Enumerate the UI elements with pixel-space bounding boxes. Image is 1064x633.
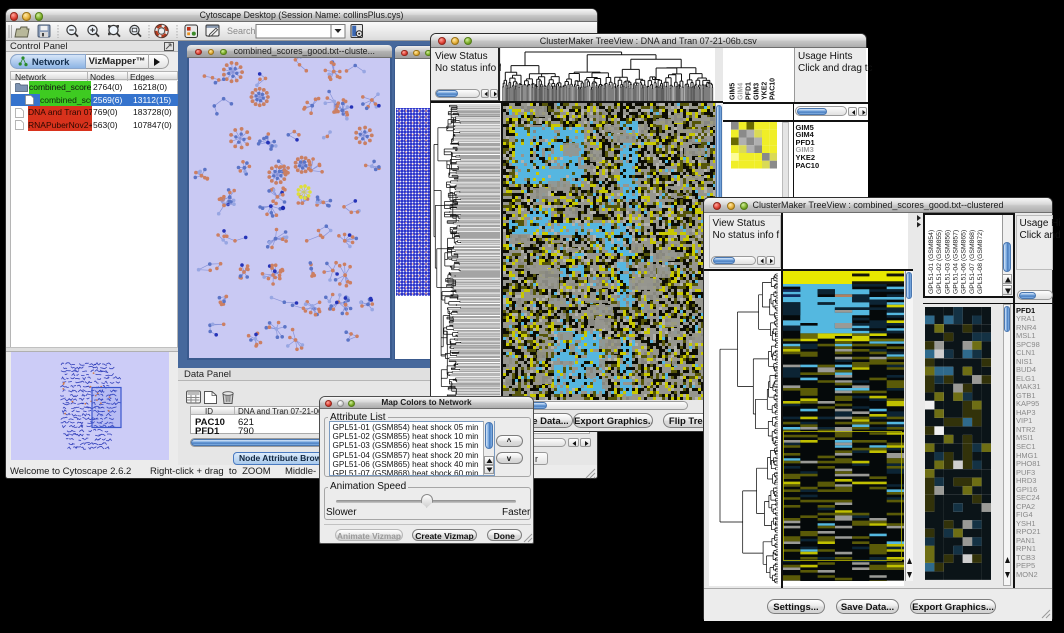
svg-text:GIM5: GIM5 bbox=[730, 83, 737, 100]
svg-text:GPL51-04 (GSM857): GPL51-04 (GSM857) bbox=[952, 230, 959, 294]
svg-text:PFD1: PFD1 bbox=[746, 82, 753, 100]
svg-text:GPL51-02 (GSM855): GPL51-02 (GSM855) bbox=[936, 230, 943, 294]
svg-text:GIM3: GIM3 bbox=[754, 83, 761, 100]
svg-text:YKE2: YKE2 bbox=[762, 82, 769, 100]
svg-text:GIM4: GIM4 bbox=[738, 83, 745, 100]
svg-text:PAC10: PAC10 bbox=[770, 78, 777, 100]
svg-text:GPL51-03 (GSM856): GPL51-03 (GSM856) bbox=[944, 230, 951, 294]
svg-text:GPL51-01 (GSM854): GPL51-01 (GSM854) bbox=[928, 230, 935, 294]
svg-text:GPL51-06 (GSM865): GPL51-06 (GSM865) bbox=[960, 230, 967, 294]
svg-text:GPL51-08 (GSM872): GPL51-08 (GSM872) bbox=[976, 230, 983, 294]
svg-text:Search:: Search: bbox=[227, 26, 258, 36]
svg-text:GPL51-07 (GSM868): GPL51-07 (GSM868) bbox=[968, 230, 975, 294]
